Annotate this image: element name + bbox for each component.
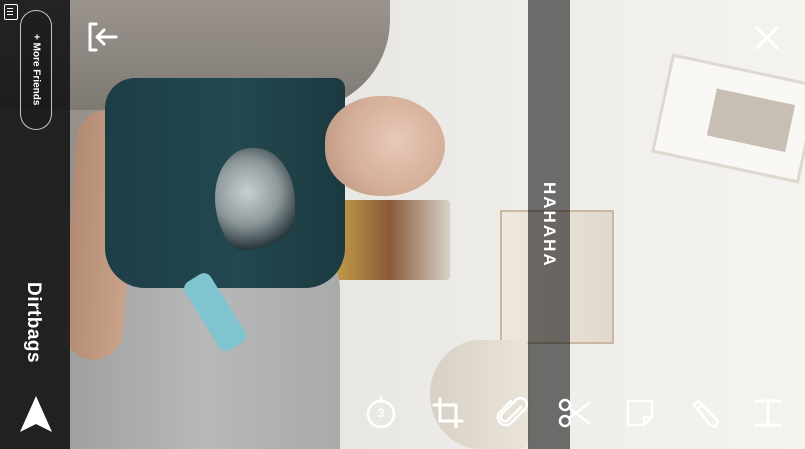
scissors-icon[interactable] [555,393,595,433]
more-friends-button[interactable]: + More Friends [20,10,52,130]
timer-value: 3 [377,406,385,420]
text-tool-icon[interactable] [748,393,788,433]
more-friends-label: + More Friends [30,34,42,106]
snap-preview: + More Friends Dirtbags HAHAHA 3 [0,0,805,449]
send-icon[interactable] [16,392,56,436]
timer-icon[interactable]: 3 [361,393,401,433]
photo-shelf [330,200,450,280]
exit-arrow-icon[interactable] [84,20,120,54]
pencil-icon[interactable] [684,393,724,433]
caption-text: HAHAHA [540,181,559,268]
photo-head [325,96,445,196]
sticker-icon[interactable] [620,393,660,433]
crop-icon[interactable] [428,393,468,433]
message-list-icon[interactable] [4,4,18,20]
caption-strip[interactable]: HAHAHA [528,0,570,449]
recipient-name: Dirtbags [23,282,44,364]
paperclip-icon[interactable] [493,393,533,433]
close-icon[interactable] [748,20,786,56]
